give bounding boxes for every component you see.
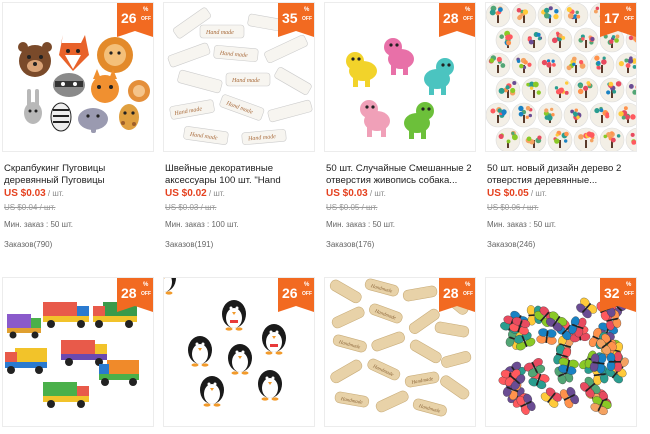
off-label: OFF	[302, 16, 312, 22]
product-image[interactable]: 26 % OFF	[2, 2, 154, 152]
discount-value: 26	[282, 285, 298, 301]
product-card[interactable]: 32 % OFF	[485, 277, 637, 427]
discount-value: 28	[443, 10, 459, 26]
product-card[interactable]: 28 % OFF	[2, 277, 154, 427]
discount-value: 32	[604, 285, 620, 301]
off-label: OFF	[302, 291, 312, 297]
discount-badge: 17 % OFF	[600, 3, 636, 37]
old-price: US $0.06 / шт.	[487, 203, 539, 212]
product-card[interactable]: 17 % OFF 50 шт. новый дизайн дерево 2 от…	[485, 2, 637, 262]
old-price: US $0.03 / шт.	[165, 203, 217, 212]
product-info: 50 шт. Случайные Смешанные 2 отверстия ж…	[326, 163, 478, 250]
product-title[interactable]: 50 шт. новый дизайн дерево 2 отверстия д…	[487, 163, 639, 187]
product-card[interactable]: 26 % OFF	[163, 277, 315, 427]
product-price: US $0.03 / шт.	[326, 188, 478, 200]
order-count[interactable]: Заказов(790)	[4, 239, 156, 250]
product-card[interactable]: Hand made Hand made Hand made Hand made …	[163, 2, 315, 262]
product-card[interactable]: 26 % OFF Скрапбукинг Пуговицы деревянный…	[2, 2, 154, 262]
discount-badge: 26 % OFF	[117, 3, 153, 37]
percent-sign: %	[465, 7, 471, 13]
off-label: OFF	[141, 16, 151, 22]
percent-sign: %	[626, 7, 632, 13]
off-label: OFF	[463, 16, 473, 22]
price-value: US $0.05	[487, 188, 529, 199]
order-count[interactable]: Заказов(176)	[326, 239, 478, 250]
product-title[interactable]: 50 шт. Случайные Смешанные 2 отверстия ж…	[326, 163, 478, 187]
percent-sign: %	[465, 282, 471, 288]
product-info: Швейные декоративные аксессуары 100 шт. …	[165, 163, 317, 250]
order-count[interactable]: Заказов(191)	[165, 239, 317, 250]
price-unit: / шт.	[528, 189, 547, 198]
percent-sign: %	[304, 282, 310, 288]
product-image[interactable]: 28 % OFF	[324, 2, 476, 152]
label-print: Hand made	[231, 78, 260, 84]
product-image[interactable]: 32 % OFF	[485, 277, 637, 427]
price-unit: / шт.	[367, 189, 386, 198]
discount-badge: 28 % OFF	[439, 278, 475, 312]
price-value: US $0.02	[165, 188, 207, 199]
discount-value: 28	[121, 285, 137, 301]
discount-badge: 28 % OFF	[439, 3, 475, 37]
price-unit: / шт.	[45, 189, 64, 198]
product-image[interactable]: 26 % OFF	[163, 277, 315, 427]
min-order: Мин. заказ : 50 шт.	[487, 220, 557, 229]
product-price: US $0.03 / шт.	[4, 188, 156, 200]
product-title[interactable]: Швейные декоративные аксессуары 100 шт. …	[165, 163, 317, 187]
percent-sign: %	[626, 282, 632, 288]
product-image[interactable]: Hand made Hand made Hand made Hand made …	[163, 2, 315, 152]
old-price: US $0.05 / шт.	[326, 203, 378, 212]
product-title[interactable]: Скрапбукинг Пуговицы деревянный Пуговицы…	[4, 163, 156, 187]
discount-value: 35	[282, 10, 298, 26]
discount-badge: 35 % OFF	[278, 3, 314, 37]
percent-sign: %	[304, 7, 310, 13]
off-label: OFF	[624, 16, 634, 22]
old-price: US $0.04 / шт.	[4, 203, 56, 212]
percent-sign: %	[143, 7, 149, 13]
discount-badge: 32 % OFF	[600, 278, 636, 312]
price-value: US $0.03	[326, 188, 368, 199]
order-count[interactable]: Заказов(246)	[487, 239, 639, 250]
product-price: US $0.05 / шт.	[487, 188, 639, 200]
product-grid: 26 % OFF Скрапбукинг Пуговицы деревянный…	[0, 0, 650, 434]
discount-value: 28	[443, 285, 459, 301]
discount-badge: 28 % OFF	[117, 278, 153, 312]
min-order: Мин. заказ : 50 шт.	[326, 220, 396, 229]
price-unit: / шт.	[206, 189, 225, 198]
off-label: OFF	[141, 291, 151, 297]
discount-value: 17	[604, 10, 620, 26]
product-price: US $0.02 / шт.	[165, 188, 317, 200]
price-value: US $0.03	[4, 188, 46, 199]
label-print: Hand made	[205, 30, 234, 36]
product-image[interactable]: 28 % OFF	[2, 277, 154, 427]
product-card[interactable]: 28 % OFF 50 шт. Случайные Смешанные 2 от…	[324, 2, 476, 262]
product-card[interactable]: Handmade Handmade Handmade Handmade Hand…	[324, 277, 476, 427]
off-label: OFF	[463, 291, 473, 297]
off-label: OFF	[624, 291, 634, 297]
discount-badge: 26 % OFF	[278, 278, 314, 312]
product-image[interactable]: Handmade Handmade Handmade Handmade Hand…	[324, 277, 476, 427]
percent-sign: %	[143, 282, 149, 288]
product-info: 50 шт. новый дизайн дерево 2 отверстия д…	[487, 163, 639, 250]
min-order: Мин. заказ : 50 шт.	[4, 220, 74, 229]
product-info: Скрапбукинг Пуговицы деревянный Пуговицы…	[4, 163, 156, 250]
product-image[interactable]: 17 % OFF	[485, 2, 637, 152]
discount-value: 26	[121, 10, 137, 26]
min-order: Мин. заказ : 100 шт.	[165, 220, 239, 229]
